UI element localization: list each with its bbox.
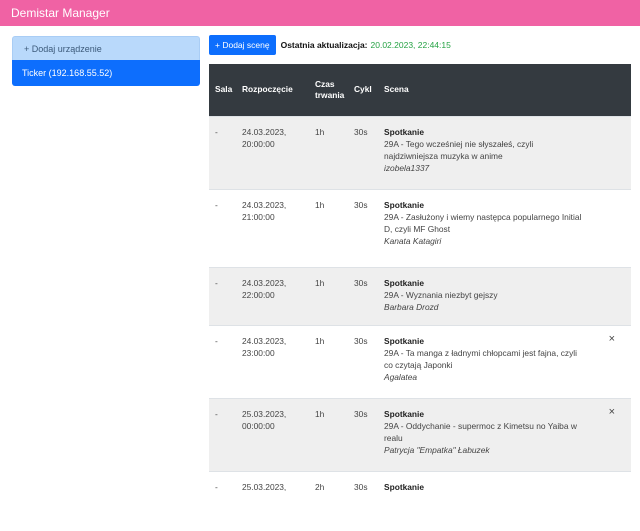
header-duration-line1: Czas [315, 78, 335, 89]
cell-duration: 1h [309, 189, 348, 267]
table-header-row: Sala Rozpoczęcie Czas trwania Cykl Scena [209, 64, 631, 116]
scene-title: Spotkanie [384, 126, 425, 137]
cell-scene: Spotkanie 29A - Tego wcześniej nie słysza… [378, 116, 586, 189]
cell-cycle: 30s [348, 189, 378, 267]
cell-duration: 1h [309, 325, 348, 398]
scene-title: Spotkanie [384, 199, 425, 210]
delete-icon[interactable]: × [586, 398, 631, 471]
cell-duration: 1h [309, 116, 348, 189]
scene-title: Spotkanie [384, 408, 425, 419]
start-date: 24.03.2023, [242, 277, 287, 288]
scene-text: 29A - Ta manga z ładnymi chłopcami jest … [384, 347, 578, 370]
cell-scene: Spotkanie 29A - Zasłużony i wiemy następc… [378, 189, 586, 267]
schedule-table: Sala Rozpoczęcie Czas trwania Cykl Scena … [209, 64, 631, 531]
start-time: 21:00:00 [242, 211, 275, 222]
scene-text: 29A - Wyznania niezbyt gejszy [384, 289, 498, 300]
cell-start: 24.03.2023, 20:00:00 [236, 116, 309, 189]
header-actions [586, 64, 631, 116]
last-update-label: Ostatnia aktualizacja: [280, 40, 368, 50]
delete-icon[interactable] [586, 189, 631, 267]
scene-author: izobela1337 [384, 162, 430, 173]
start-time: 20:00:00 [242, 138, 275, 149]
scene-author: Barbara Drozd [384, 301, 439, 312]
cell-duration: 1h [309, 398, 348, 471]
scene-text: 29A - Oddychanie - supermoc z Kimetsu no… [384, 420, 577, 443]
cell-room: - [209, 325, 236, 398]
last-update-value: 20.02.2023, 22:44:15 [370, 40, 451, 50]
cell-room: - [209, 267, 236, 325]
cell-start: 24.03.2023, 22:00:00 [236, 267, 309, 325]
header-duration: Czas trwania [309, 64, 348, 116]
delete-icon[interactable]: × [586, 325, 631, 398]
header-duration-line2: trwania [315, 89, 345, 100]
start-time: 23:00:00 [242, 347, 275, 358]
cell-scene: Spotkanie [378, 471, 586, 531]
cell-start: 24.03.2023, 21:00:00 [236, 189, 309, 267]
cell-scene: Spotkanie 29A - Wyznania niezbyt gejszy Ba… [378, 267, 586, 325]
start-date: 25.03.2023, [242, 408, 287, 419]
header-start: Rozpoczęcie [236, 64, 309, 116]
cell-cycle: 30s [348, 471, 378, 531]
delete-icon[interactable] [586, 471, 631, 531]
table-row[interactable]: - 24.03.2023, 21:00:00 1h 30s Spotkanie 29… [209, 189, 631, 267]
scene-title: Spotkanie [384, 481, 425, 492]
cell-scene: Spotkanie 29A - Oddychanie - supermoc z K… [378, 398, 586, 471]
start-time: 00:00:00 [242, 420, 275, 431]
cell-room: - [209, 116, 236, 189]
header-cycle: Cykl [348, 64, 378, 116]
cell-cycle: 30s [348, 116, 378, 189]
scene-text: 29A - Tego wcześniej nie słyszałeś, czyl… [384, 138, 534, 161]
scene-toolbar: + Dodaj scenę Ostatnia aktualizacja: 20.… [209, 35, 451, 55]
cell-start: 25.03.2023, [236, 471, 309, 531]
start-date: 24.03.2023, [242, 126, 287, 137]
delete-icon[interactable] [586, 267, 631, 325]
device-sidebar: + Dodaj urządzenie Ticker (192.168.55.52… [12, 36, 200, 86]
cell-scene: Spotkanie 29A - Ta manga z ładnymi chłopc… [378, 325, 586, 398]
table-row[interactable]: - 25.03.2023, 00:00:00 1h 30s Spotkanie 29… [209, 398, 631, 471]
start-time: 22:00:00 [242, 289, 275, 300]
header-scene: Scena [378, 64, 586, 116]
delete-icon[interactable] [586, 116, 631, 189]
scene-title: Spotkanie [384, 277, 425, 288]
start-date: 25.03.2023, [242, 481, 287, 492]
scene-author: Agalatea [384, 371, 418, 382]
scene-text: 29A - Zasłużony i wiemy następca popular… [384, 211, 582, 234]
header-room: Sala [209, 64, 236, 116]
cell-room: - [209, 398, 236, 471]
cell-cycle: 30s [348, 325, 378, 398]
scene-title: Spotkanie [384, 335, 425, 346]
cell-start: 24.03.2023, 23:00:00 [236, 325, 309, 398]
cell-room: - [209, 471, 236, 531]
scene-author: Kanata Katagiri [384, 235, 442, 246]
cell-cycle: 30s [348, 398, 378, 471]
table-row[interactable]: - 25.03.2023, 2h 30s Spotkanie [209, 471, 631, 531]
start-date: 24.03.2023, [242, 335, 287, 346]
start-date: 24.03.2023, [242, 199, 287, 210]
app-navbar: Demistar Manager [0, 0, 640, 26]
table-row[interactable]: - 24.03.2023, 20:00:00 1h 30s Spotkanie 29… [209, 116, 631, 189]
cell-duration: 2h [309, 471, 348, 531]
add-device-button[interactable]: + Dodaj urządzenie [12, 36, 200, 60]
scene-author: Patrycja "Empatka" Łabuzek [384, 444, 490, 455]
cell-room: - [209, 189, 236, 267]
table-row[interactable]: - 24.03.2023, 22:00:00 1h 30s Spotkanie 29… [209, 267, 631, 325]
cell-cycle: 30s [348, 267, 378, 325]
table-row[interactable]: - 24.03.2023, 23:00:00 1h 30s Spotkanie 29… [209, 325, 631, 398]
add-scene-button[interactable]: + Dodaj scenę [209, 35, 276, 55]
cell-duration: 1h [309, 267, 348, 325]
cell-start: 25.03.2023, 00:00:00 [236, 398, 309, 471]
sidebar-item-device[interactable]: Ticker (192.168.55.52) [12, 60, 200, 86]
app-title[interactable]: Demistar Manager [11, 6, 110, 20]
